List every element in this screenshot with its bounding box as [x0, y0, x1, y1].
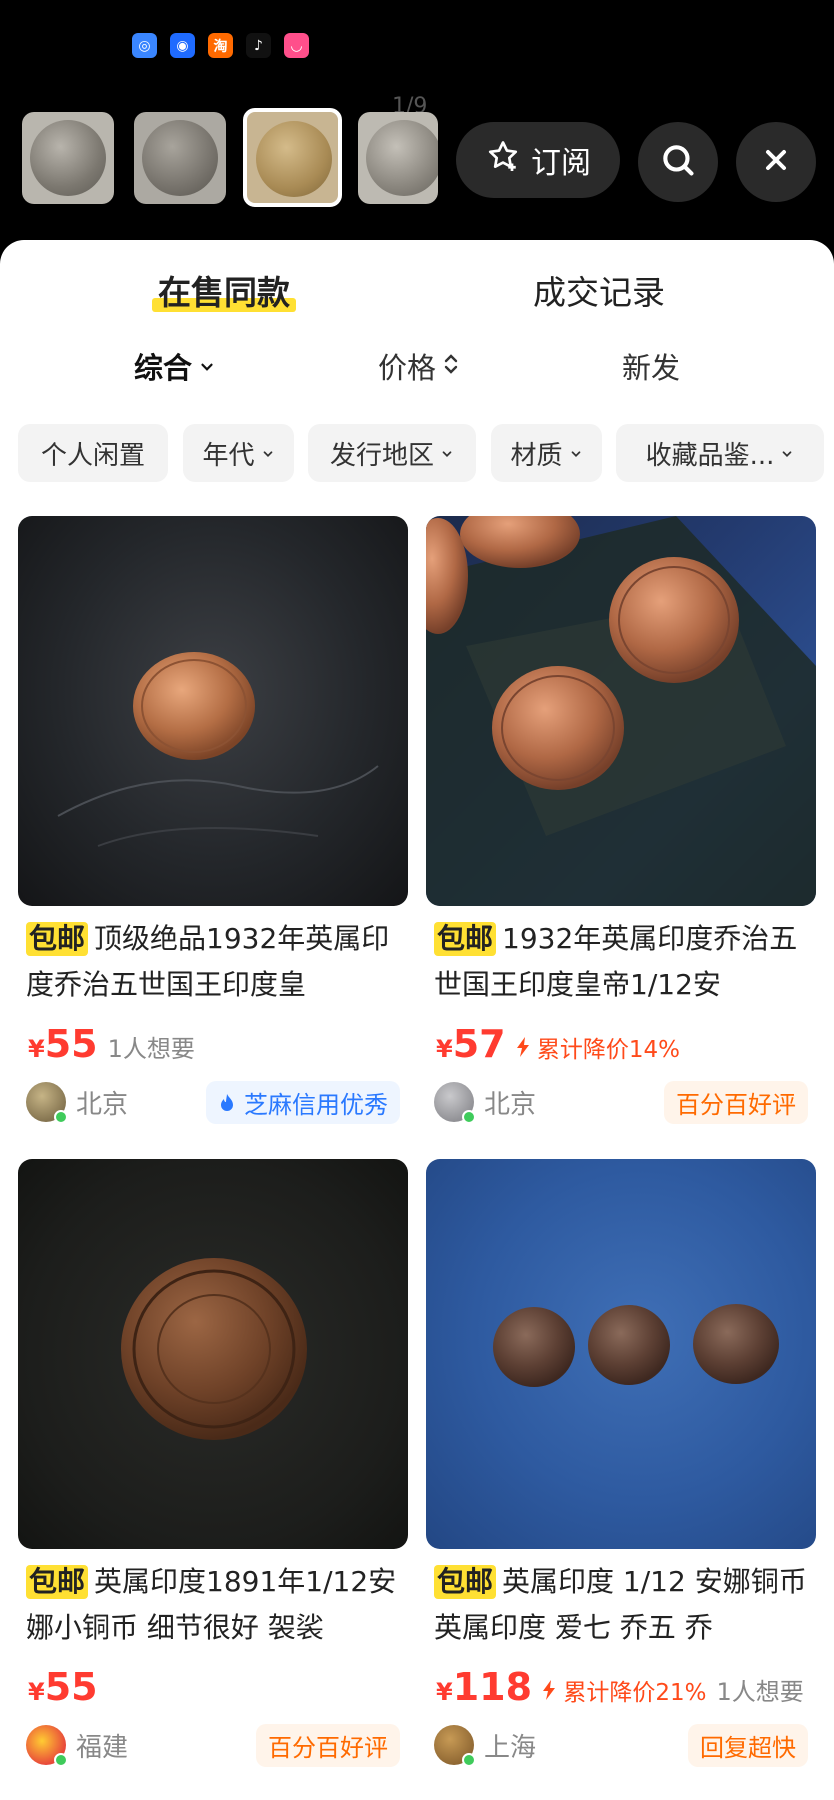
- sort-arrows-icon: [442, 349, 460, 383]
- seller-row: 上海 回复超快: [426, 1723, 816, 1767]
- chevron-down-icon: [780, 438, 794, 468]
- online-dot: [462, 1753, 476, 1767]
- lightning-icon: [516, 1037, 537, 1063]
- product-card[interactable]: 包邮 顶级绝品1932年英属印度乔治五世国王印度皇 ¥55 1人想要 北京 芝麻信…: [18, 516, 408, 1124]
- online-dot: [462, 1110, 476, 1124]
- search-icon: [659, 141, 697, 183]
- chevron-down-icon: [569, 438, 583, 468]
- avatar: [434, 1725, 476, 1767]
- free-shipping-badge: 包邮: [26, 1565, 89, 1599]
- avatar: [434, 1082, 476, 1124]
- chevron-down-icon: [440, 438, 454, 468]
- price-row: ¥55: [18, 1665, 408, 1709]
- avatar: [26, 1725, 68, 1767]
- chevron-down-icon: [261, 438, 275, 468]
- product-image[interactable]: [18, 1159, 408, 1549]
- filter-row: 个人闲置 年代 发行地区 材质 收藏品鉴...: [0, 424, 834, 482]
- filter-era[interactable]: 年代: [183, 424, 294, 482]
- price: ¥57: [436, 1022, 506, 1066]
- thumbnail-1[interactable]: [22, 112, 114, 204]
- thumbnail-3-selected[interactable]: [243, 108, 342, 207]
- lightning-icon: [542, 1680, 563, 1706]
- close-icon: [760, 144, 792, 180]
- product-title: 包邮 1932年英属印度乔治五世国王印度皇帝1/12安: [434, 922, 798, 1001]
- filter-personal-idle[interactable]: 个人闲置: [18, 424, 168, 482]
- tiktok-app-icon: ♪: [246, 33, 271, 58]
- filter-collectible-appraisal[interactable]: 收藏品鉴...: [616, 424, 824, 482]
- status-bar: ◎ ◉ 淘 ♪ ◡: [0, 0, 834, 90]
- sort-new[interactable]: 新发: [622, 345, 680, 387]
- seller-row: 北京 百分百好评: [426, 1080, 816, 1124]
- seller-location: 上海: [484, 1732, 537, 1763]
- price: ¥118: [436, 1665, 533, 1709]
- free-shipping-badge: 包邮: [434, 1565, 497, 1599]
- seller-info[interactable]: 福建: [26, 1725, 129, 1767]
- taobao-app-icon: 淘: [208, 33, 233, 58]
- tab-on-sale[interactable]: 在售同款: [152, 266, 296, 314]
- rating-tag: 百分百好评: [664, 1080, 808, 1124]
- subscribe-button[interactable]: 订阅: [456, 122, 620, 198]
- product-card[interactable]: 包邮 英属印度1891年1/12安娜小铜币 细节很好 袈裟 ¥55 福建 百分百好…: [18, 1159, 408, 1767]
- online-dot: [54, 1110, 68, 1124]
- bird-app-icon: ◉: [170, 33, 195, 58]
- product-title: 包邮 顶级绝品1932年英属印度乔治五世国王印度皇: [26, 922, 390, 1001]
- notification-icons: ◎ ◉ 淘 ♪ ◡: [132, 33, 309, 58]
- filter-issuing-region[interactable]: 发行地区: [308, 424, 476, 482]
- free-shipping-badge: 包邮: [434, 922, 497, 956]
- product-image[interactable]: [18, 516, 408, 906]
- results-sheet: 在售同款 成交记录 综合 价格 新发 个人闲置 年代 发行地区 材质 收藏品鉴.…: [0, 240, 834, 1800]
- main-tabs: 在售同款 成交记录: [0, 258, 834, 328]
- rating-tag: 百分百好评: [256, 1723, 400, 1767]
- chevron-down-icon: [198, 349, 216, 383]
- avatar: [26, 1082, 68, 1124]
- product-image[interactable]: [426, 516, 816, 906]
- seller-location: 北京: [76, 1089, 129, 1120]
- filter-material[interactable]: 材质: [491, 424, 602, 482]
- subscribe-label: 订阅: [531, 146, 591, 181]
- close-button[interactable]: [736, 122, 816, 202]
- want-count: 1人想要: [716, 1678, 804, 1706]
- seller-row: 福建 百分百好评: [18, 1723, 408, 1767]
- price: ¥55: [28, 1022, 98, 1066]
- product-card[interactable]: 包邮 1932年英属印度乔治五世国王印度皇帝1/12安 ¥57 累计降价14% 北…: [426, 516, 816, 1124]
- chat-app-icon: ◎: [132, 33, 157, 58]
- search-button[interactable]: [638, 122, 718, 202]
- image-strip: 1/9 订阅: [0, 90, 834, 240]
- sort-price[interactable]: 价格: [378, 345, 460, 387]
- price-drop: 累计降价21%: [542, 1673, 706, 1707]
- thumbnail-2[interactable]: [134, 112, 226, 204]
- free-shipping-badge: 包邮: [26, 922, 89, 956]
- seller-location: 福建: [76, 1732, 129, 1763]
- price-row: ¥118 累计降价21% 1人想要: [426, 1665, 816, 1709]
- product-card[interactable]: 包邮 英属印度 1/12 安娜铜币 英属印度 爱七 乔五 乔 ¥118 累计降价2…: [426, 1159, 816, 1767]
- product-image[interactable]: [426, 1159, 816, 1549]
- seller-info[interactable]: 上海: [434, 1725, 537, 1767]
- pink-app-icon: ◡: [284, 33, 309, 58]
- seller-location: 北京: [484, 1089, 537, 1120]
- star-plus-icon: [485, 138, 521, 182]
- product-title: 包邮 英属印度1891年1/12安娜小铜币 细节很好 袈裟: [26, 1565, 397, 1644]
- thumbnail-4[interactable]: [358, 112, 438, 204]
- reply-tag: 回复超快: [688, 1723, 808, 1767]
- want-count: 1人想要: [107, 1035, 195, 1063]
- price-row: ¥55 1人想要: [18, 1022, 408, 1066]
- seller-row: 北京 芝麻信用优秀: [18, 1080, 408, 1124]
- price-row: ¥57 累计降价14%: [426, 1022, 816, 1066]
- sort-row: 综合 价格 新发: [0, 345, 834, 395]
- price: ¥55: [28, 1665, 98, 1709]
- seller-info[interactable]: 北京: [434, 1082, 537, 1124]
- credit-tag: 芝麻信用优秀: [206, 1080, 400, 1124]
- tab-sold-records[interactable]: 成交记录: [533, 266, 665, 314]
- seller-info[interactable]: 北京: [26, 1082, 129, 1124]
- flame-icon: [218, 1091, 244, 1119]
- product-title: 包邮 英属印度 1/12 安娜铜币 英属印度 爱七 乔五 乔: [434, 1565, 807, 1644]
- online-dot: [54, 1753, 68, 1767]
- sort-overall[interactable]: 综合: [134, 345, 216, 387]
- price-drop: 累计降价14%: [516, 1030, 680, 1064]
